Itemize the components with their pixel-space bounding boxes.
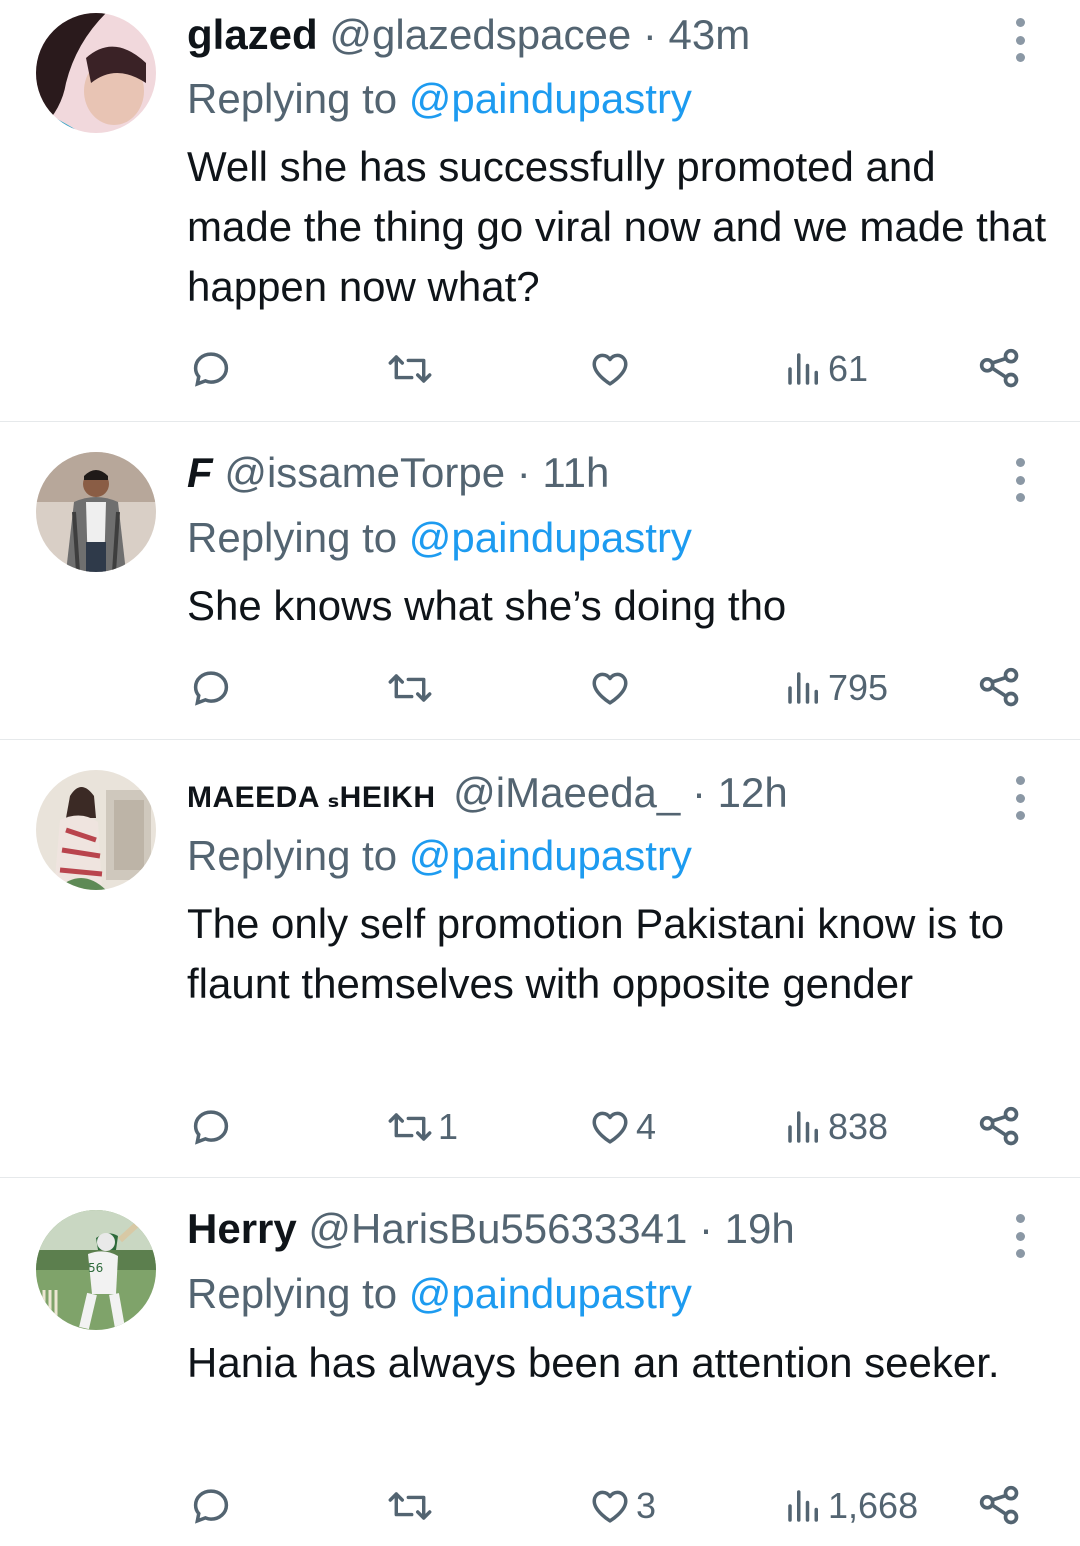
- views-count: 795: [828, 667, 889, 708]
- tweet-text: The only self promotion Pakistani know i…: [187, 900, 1005, 1007]
- replying-label: Replying to: [187, 75, 398, 122]
- retweet-button[interactable]: [386, 344, 438, 394]
- retweet-button[interactable]: [386, 663, 438, 713]
- replying-handle-link[interactable]: @paindupastry: [409, 832, 692, 879]
- views-button[interactable]: 838: [784, 1102, 888, 1152]
- replying-label: Replying to: [187, 832, 398, 879]
- views-count: 61: [828, 348, 869, 389]
- retweet-icon: [388, 1492, 432, 1520]
- views-count: 1,668: [828, 1485, 919, 1526]
- views-icon: [788, 353, 818, 385]
- retweet-icon: [388, 355, 432, 383]
- tweet[interactable]: 56 Herry @HarisBu55633341 · 19h Replying…: [0, 1178, 1080, 1546]
- reply-button[interactable]: [190, 344, 232, 394]
- like-icon: [592, 1111, 628, 1144]
- share-icon: [979, 348, 1019, 388]
- views-count: 838: [828, 1106, 889, 1147]
- replying-handle-link[interactable]: @paindupastry: [409, 514, 692, 561]
- like-icon: [592, 672, 628, 705]
- more-icon[interactable]: [1010, 458, 1030, 502]
- tweet[interactable]: MAEEDA ₛHEIKH @iMaeeda_ · 12h Replying t…: [0, 740, 1080, 1178]
- replying-to: Replying to @paindupastry: [187, 831, 692, 881]
- tweet-header: F @issameTorpe · 11h: [187, 448, 970, 498]
- retweet-count: 1: [438, 1106, 459, 1147]
- replying-to: Replying to @paindupastry: [187, 513, 692, 563]
- tweet-header: Herry @HarisBu55633341 · 19h: [187, 1204, 970, 1254]
- user-handle[interactable]: @iMaeeda_: [453, 769, 680, 816]
- like-count: 4: [636, 1106, 657, 1147]
- like-button[interactable]: [588, 344, 636, 394]
- more-icon[interactable]: [1010, 1214, 1030, 1258]
- svg-text:56: 56: [88, 1261, 103, 1275]
- views-button[interactable]: 61: [784, 344, 868, 394]
- reply-icon: [193, 1489, 229, 1524]
- retweet-icon: [388, 1113, 432, 1141]
- avatar[interactable]: 56: [36, 1210, 156, 1330]
- reply-button[interactable]: [190, 1481, 232, 1531]
- tweet-header: MAEEDA ₛHEIKH @iMaeeda_ · 12h: [187, 768, 970, 823]
- like-button[interactable]: 3: [588, 1481, 656, 1531]
- share-button[interactable]: [978, 663, 1022, 713]
- share-button[interactable]: [978, 1481, 1022, 1531]
- action-bar: 1 4 838: [0, 1102, 1080, 1152]
- display-name[interactable]: MAEEDA ₛHEIKH: [187, 781, 436, 814]
- views-button[interactable]: 1,668: [784, 1481, 918, 1531]
- replying-to: Replying to @paindupastry: [187, 74, 692, 124]
- views-button[interactable]: 795: [784, 663, 888, 713]
- like-button[interactable]: [588, 663, 636, 713]
- like-icon: [592, 1490, 628, 1523]
- views-icon: [788, 1111, 818, 1143]
- reply-button[interactable]: [190, 1102, 232, 1152]
- replying-label: Replying to: [187, 1270, 398, 1317]
- user-handle[interactable]: @issameTorpe: [224, 449, 505, 496]
- user-handle[interactable]: @glazedspacee: [329, 11, 631, 58]
- retweet-button[interactable]: 1: [386, 1102, 458, 1152]
- action-bar: 3 1,668: [0, 1481, 1080, 1531]
- views-icon: [788, 1490, 818, 1522]
- retweet-button[interactable]: [386, 1481, 438, 1531]
- replying-label: Replying to: [187, 514, 398, 561]
- tweet-text: She knows what she’s doing tho: [187, 582, 787, 629]
- action-bar: 795: [0, 663, 1080, 713]
- avatar[interactable]: [36, 770, 156, 890]
- tweet[interactable]: glazed @glazedspacee · 43m Replying to @…: [0, 0, 1080, 422]
- share-icon: [979, 1485, 1019, 1525]
- like-count: 3: [636, 1485, 657, 1526]
- reply-icon: [193, 671, 229, 706]
- views-icon: [788, 672, 818, 704]
- avatar[interactable]: [36, 13, 156, 133]
- replying-to: Replying to @paindupastry: [187, 1269, 692, 1319]
- tweet-header: glazed @glazedspacee · 43m: [187, 10, 970, 60]
- display-name[interactable]: F: [187, 449, 213, 496]
- timestamp[interactable]: · 19h: [699, 1205, 795, 1252]
- display-name[interactable]: Herry: [187, 1205, 297, 1252]
- action-bar: 61: [0, 344, 1080, 394]
- like-icon: [592, 353, 628, 386]
- share-button[interactable]: [978, 1102, 1022, 1152]
- reply-button[interactable]: [190, 663, 232, 713]
- share-icon: [979, 667, 1019, 707]
- like-button[interactable]: 4: [588, 1102, 656, 1152]
- share-icon: [979, 1106, 1019, 1146]
- replying-handle-link[interactable]: @paindupastry: [409, 1270, 692, 1317]
- timestamp[interactable]: · 43m: [643, 11, 750, 58]
- display-name[interactable]: glazed: [187, 11, 318, 58]
- share-button[interactable]: [978, 344, 1022, 394]
- more-icon[interactable]: [1010, 776, 1030, 820]
- retweet-icon: [388, 674, 432, 702]
- avatar[interactable]: [36, 452, 156, 572]
- timestamp[interactable]: · 12h: [692, 769, 788, 816]
- reply-icon: [193, 352, 229, 387]
- timestamp[interactable]: · 11h: [517, 449, 610, 496]
- user-handle[interactable]: @HarisBu55633341: [308, 1205, 687, 1252]
- tweet-text: Well she has successfully promoted and m…: [187, 143, 1047, 310]
- tweet-text: Hania has always been an attention seeke…: [187, 1339, 1000, 1386]
- more-icon[interactable]: [1010, 18, 1030, 62]
- replying-handle-link[interactable]: @paindupastry: [409, 75, 692, 122]
- reply-icon: [193, 1110, 229, 1145]
- tweet[interactable]: F @issameTorpe · 11h Replying to @paindu…: [0, 422, 1080, 740]
